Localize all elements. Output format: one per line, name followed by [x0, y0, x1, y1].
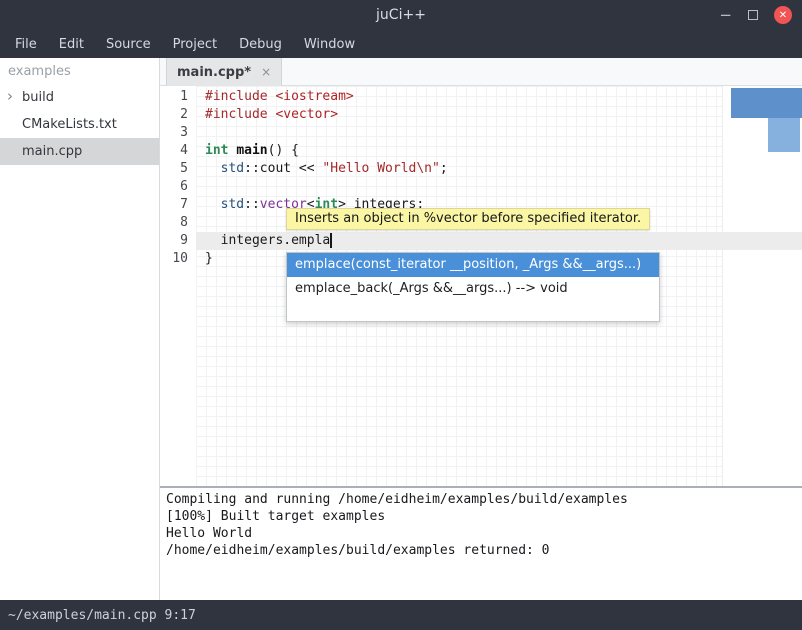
menu-edit[interactable]: Edit: [51, 33, 92, 56]
line-number: 1: [160, 88, 196, 106]
token: integers.empla: [205, 233, 330, 248]
menu-debug[interactable]: Debug: [231, 33, 290, 56]
code-lines: #include <iostream>#include <vector>int …: [196, 88, 802, 268]
tab-main-cpp[interactable]: main.cpp* ×: [166, 58, 282, 86]
output-panel[interactable]: Compiling and running /home/eidheim/exam…: [160, 486, 802, 600]
token: <<: [291, 161, 322, 176]
right-pane: main.cpp* × 12345678910 #include <iostre…: [160, 58, 802, 600]
scrollbar-indicator-top[interactable]: [731, 88, 802, 118]
line-number: 10: [160, 250, 196, 268]
gutter: 12345678910: [160, 88, 196, 268]
token: "Hello World\n": [322, 161, 439, 176]
chevron-right-icon[interactable]: ›: [7, 87, 13, 105]
code-line-3[interactable]: [196, 124, 802, 142]
code-line-5[interactable]: std::cout << "Hello World\n";: [196, 160, 802, 178]
token: <vector>: [275, 107, 338, 122]
menubar: File Edit Source Project Debug Window: [0, 30, 802, 58]
completion-item-1[interactable]: emplace_back(_Args &&__args...) --> void: [287, 277, 659, 301]
token: int: [205, 143, 228, 158]
token: }: [205, 251, 213, 266]
line-number: 5: [160, 160, 196, 178]
text-cursor: [330, 233, 332, 248]
menu-source[interactable]: Source: [98, 33, 159, 56]
tree-item-build[interactable]: › build: [0, 84, 159, 111]
code-line-4[interactable]: int main() {: [196, 142, 802, 160]
tab-label: main.cpp*: [177, 65, 251, 80]
line-number: 2: [160, 106, 196, 124]
minimize-icon[interactable]: −: [719, 8, 732, 23]
token: #include: [205, 107, 275, 122]
menu-file[interactable]: File: [7, 33, 45, 56]
token: ::: [244, 197, 260, 212]
output-line: Hello World: [166, 525, 802, 542]
line-number: 9: [160, 232, 196, 250]
menu-window[interactable]: Window: [296, 33, 363, 56]
token: #include: [205, 89, 275, 104]
tree-item-cmakelists-txt[interactable]: CMakeLists.txt: [0, 111, 159, 138]
line-number: 3: [160, 124, 196, 142]
completion-item-0[interactable]: emplace(const_iterator __position, _Args…: [287, 253, 659, 277]
token: main: [236, 143, 267, 158]
line-number: 8: [160, 214, 196, 232]
completion-popup: emplace(const_iterator __position, _Args…: [286, 252, 660, 322]
token: cout: [260, 161, 291, 176]
status-text: ~/examples/main.cpp 9:17: [8, 608, 196, 623]
line-number: 6: [160, 178, 196, 196]
statusbar: ~/examples/main.cpp 9:17: [0, 600, 802, 630]
code-line-9[interactable]: integers.empla: [196, 232, 802, 250]
tree-item-label: main.cpp: [22, 144, 82, 159]
code-line-2[interactable]: #include <vector>: [196, 106, 802, 124]
window-title: juCi++: [0, 0, 802, 30]
file-tree: › build CMakeLists.txt main.cpp: [0, 84, 159, 165]
close-icon[interactable]: ✕: [774, 6, 792, 24]
window-controls: − ✕: [719, 0, 792, 30]
editor[interactable]: 12345678910 #include <iostream>#include …: [160, 86, 802, 486]
line-number: 7: [160, 196, 196, 214]
token: <iostream>: [275, 89, 353, 104]
token: [205, 197, 221, 212]
output-line: /home/eidheim/examples/build/examples re…: [166, 542, 802, 559]
tree-item-label: CMakeLists.txt: [22, 117, 117, 132]
tabbar: main.cpp* ×: [160, 58, 802, 86]
output-line: Compiling and running /home/eidheim/exam…: [166, 491, 802, 508]
token: std: [221, 161, 244, 176]
token: () {: [268, 143, 299, 158]
output-line: [100%] Built target examples: [166, 508, 802, 525]
code-line-1[interactable]: #include <iostream>: [196, 88, 802, 106]
token: ;: [440, 161, 448, 176]
tree-item-main-cpp[interactable]: main.cpp: [0, 138, 159, 165]
sidebar: examples › build CMakeLists.txt main.cpp: [0, 58, 160, 600]
token: [205, 161, 221, 176]
sidebar-header: examples: [0, 58, 159, 84]
token: std: [221, 197, 244, 212]
line-number: 4: [160, 142, 196, 160]
menu-project[interactable]: Project: [165, 33, 225, 56]
scrollbar-indicator-side[interactable]: [768, 118, 800, 152]
titlebar: juCi++ − ✕: [0, 0, 802, 30]
doc-tooltip: Inserts an object in %vector before spec…: [286, 208, 650, 230]
tree-item-label: build: [22, 90, 54, 105]
token: ::: [244, 161, 260, 176]
restore-icon[interactable]: [748, 10, 758, 20]
code-line-6[interactable]: [196, 178, 802, 196]
tab-close-icon[interactable]: ×: [261, 65, 271, 79]
